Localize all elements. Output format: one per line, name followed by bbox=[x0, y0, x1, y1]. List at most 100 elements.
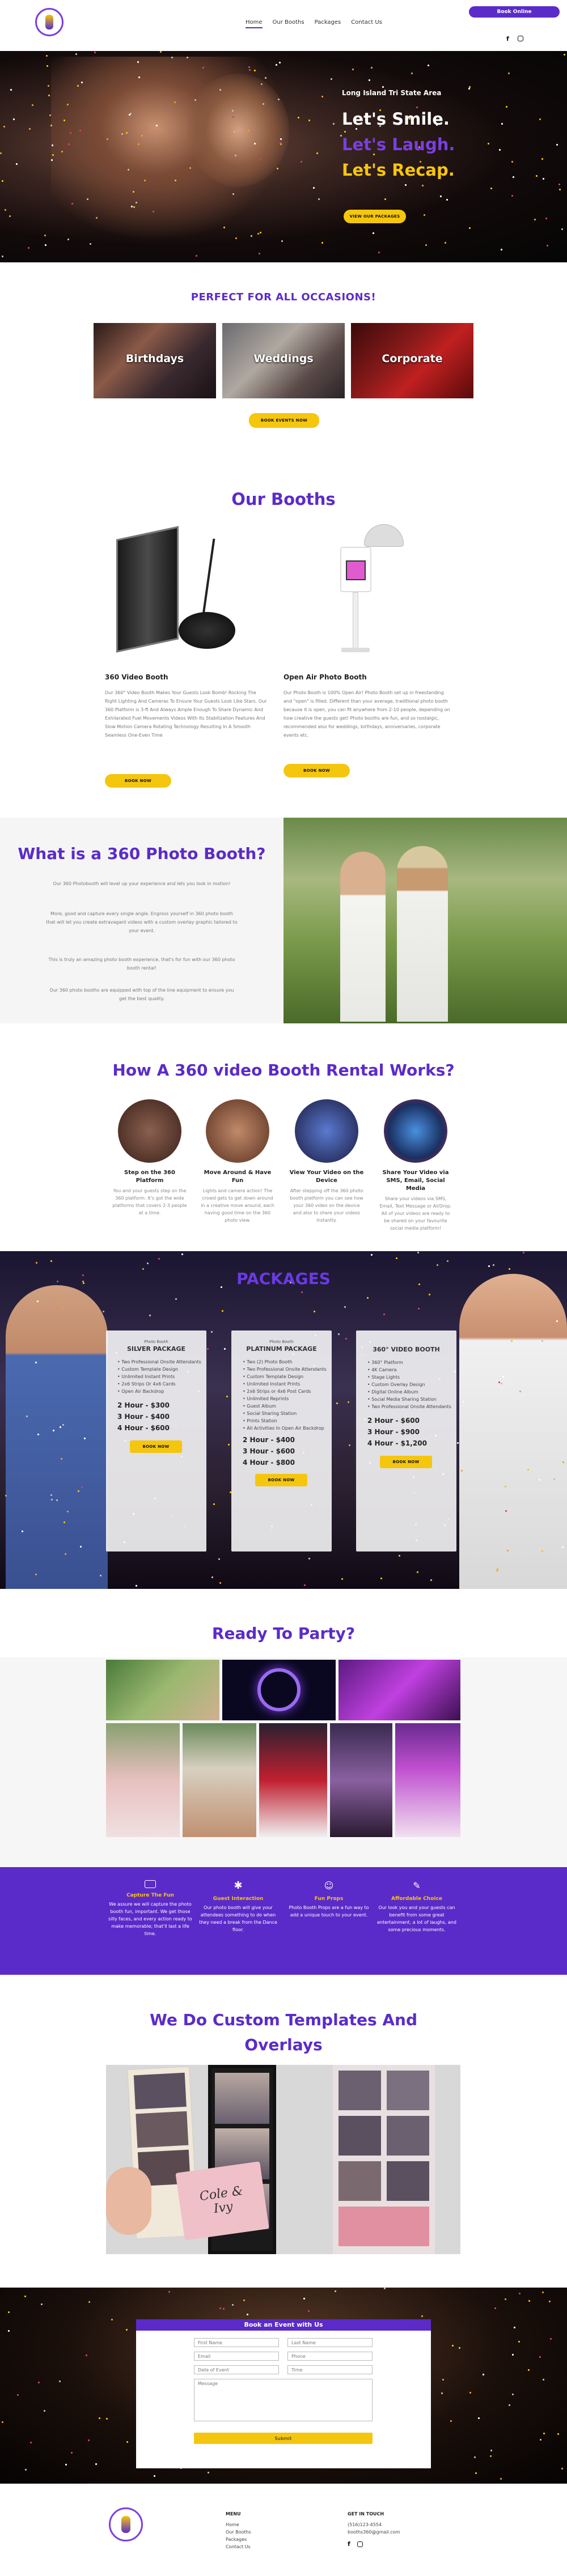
instagram-icon[interactable] bbox=[357, 2541, 363, 2547]
confetti-piece bbox=[232, 2304, 234, 2306]
occasion-card-corporate[interactable]: Corporate bbox=[351, 323, 473, 398]
confetti-piece bbox=[111, 2319, 113, 2320]
confetti-piece bbox=[536, 175, 538, 177]
confetti-piece bbox=[156, 125, 158, 126]
confetti-piece bbox=[8, 2311, 10, 2313]
confetti-piece bbox=[71, 2452, 73, 2454]
confetti-piece bbox=[557, 2433, 559, 2435]
confetti-piece bbox=[61, 1458, 62, 1460]
confetti-piece bbox=[447, 1260, 448, 1262]
confetti-piece bbox=[99, 2417, 100, 2419]
confetti-piece bbox=[352, 69, 354, 70]
footer-email[interactable]: booths360@gmail.com bbox=[348, 2528, 400, 2536]
time-input[interactable]: Time bbox=[287, 2365, 373, 2374]
confetti-piece bbox=[371, 1254, 373, 1256]
confetti-piece bbox=[53, 1430, 54, 1431]
footer-logo[interactable] bbox=[109, 2507, 143, 2541]
confetti-piece bbox=[514, 2327, 515, 2328]
booth-open-air-name: Open Air Photo Booth bbox=[284, 673, 367, 681]
package-feature: Stage Lights bbox=[367, 1374, 456, 1381]
confetti-piece bbox=[75, 53, 77, 55]
package-feature: Custom Template Design bbox=[117, 1366, 206, 1373]
occasion-card-birthdays[interactable]: Birthdays bbox=[94, 323, 216, 398]
book-events-button[interactable]: BOOK EVENTS NOW bbox=[249, 413, 319, 428]
gallery-photo bbox=[106, 1660, 219, 1720]
confetti-piece bbox=[234, 131, 235, 133]
gallery-photo bbox=[222, 1660, 336, 1720]
email-input[interactable]: Email bbox=[194, 2352, 279, 2361]
facebook-icon[interactable]: f bbox=[348, 2540, 350, 2548]
package-feature: Digital Online Album bbox=[367, 1388, 456, 1396]
confetti-piece bbox=[265, 77, 266, 79]
feature-capture: Capture The Fun We assure we will captur… bbox=[108, 1880, 193, 1937]
package-360-book-button[interactable]: BOOK NOW bbox=[380, 1456, 432, 1468]
confetti-piece bbox=[138, 143, 139, 145]
confetti-piece bbox=[207, 1348, 209, 1350]
package-platinum-book-button[interactable]: BOOK NOW bbox=[255, 1474, 307, 1486]
confetti-piece bbox=[133, 206, 135, 208]
instagram-icon[interactable] bbox=[518, 36, 523, 41]
confetti-piece bbox=[507, 1550, 509, 1551]
confetti-piece bbox=[540, 2439, 541, 2441]
feature-affordable: ✎ Affordable Choice Our look you and you… bbox=[374, 1880, 459, 1933]
nav-our-booths[interactable]: Our Booths bbox=[273, 19, 304, 28]
confetti-piece bbox=[226, 1396, 228, 1397]
confetti-piece bbox=[46, 55, 48, 57]
gallery-photo bbox=[259, 1723, 327, 1837]
package-silver-book-button[interactable]: BOOK NOW bbox=[130, 1440, 182, 1453]
package-name: SILVER PACKAGE bbox=[126, 1345, 186, 1353]
templates-image: Cole & Ivy bbox=[106, 2065, 460, 2254]
package-feature: Two Professional Onsite Attendants bbox=[117, 1358, 206, 1366]
confetti-piece bbox=[459, 2347, 460, 2349]
confetti-piece bbox=[263, 103, 264, 105]
booth-open-air-book-button[interactable]: BOOK NOW bbox=[284, 764, 350, 777]
footer-phone[interactable]: (516)123-4554 bbox=[348, 2521, 400, 2528]
confetti-piece bbox=[24, 2296, 26, 2297]
logo[interactable] bbox=[35, 8, 64, 36]
booth-360-book-button[interactable]: BOOK NOW bbox=[105, 774, 171, 788]
form-title: Book an Event with Us bbox=[244, 2321, 323, 2328]
hand bbox=[106, 2167, 151, 2235]
confetti-piece bbox=[211, 1576, 213, 1578]
submit-button[interactable]: Submit bbox=[194, 2433, 373, 2444]
first-name-input[interactable]: First Name bbox=[194, 2338, 279, 2347]
confetti-piece bbox=[249, 69, 251, 71]
confetti-piece bbox=[67, 239, 69, 240]
confetti-piece bbox=[490, 2455, 492, 2457]
ring-light bbox=[257, 1668, 301, 1711]
package-price: 4 Hour - $800 bbox=[243, 1459, 295, 1466]
facebook-icon[interactable]: f bbox=[506, 35, 509, 42]
book-online-button[interactable]: Book Online bbox=[469, 6, 560, 18]
package-features: Two Professional Onsite Attendants Custo… bbox=[106, 1353, 206, 1395]
confetti-piece bbox=[78, 1490, 79, 1492]
booth-360-image bbox=[105, 526, 252, 657]
footer-link-packages[interactable]: Packages bbox=[226, 2536, 251, 2543]
confetti-piece bbox=[16, 163, 18, 165]
event-date-input[interactable]: Date of Event bbox=[194, 2365, 279, 2374]
step-image-2 bbox=[206, 1099, 269, 1163]
nav-packages[interactable]: Packages bbox=[315, 19, 341, 28]
confetti-piece bbox=[136, 202, 137, 203]
occasion-card-label: Corporate bbox=[382, 352, 443, 365]
photo-person-2 bbox=[397, 846, 448, 1022]
footer-link-home[interactable]: Home bbox=[226, 2521, 251, 2528]
confetti-piece bbox=[528, 2369, 530, 2371]
confetti-piece bbox=[429, 1294, 430, 1295]
message-textarea[interactable]: Message bbox=[194, 2379, 373, 2421]
feature-title: Affordable Choice bbox=[391, 1896, 442, 1902]
occasion-card-weddings[interactable]: Weddings bbox=[222, 323, 345, 398]
nav-contact-us[interactable]: Contact Us bbox=[351, 19, 382, 28]
footer-link-our-booths[interactable]: Our Booths bbox=[226, 2528, 251, 2536]
footer-link-contact-us[interactable]: Contact Us bbox=[226, 2543, 251, 2551]
package-feature: 360° Platform bbox=[367, 1359, 456, 1366]
phone-input[interactable]: Phone bbox=[287, 2352, 373, 2361]
confetti-piece bbox=[126, 132, 128, 134]
view-packages-button[interactable]: VIEW OUR PACKAGES bbox=[344, 210, 406, 223]
nav-home[interactable]: Home bbox=[246, 19, 263, 28]
last-name-input[interactable]: Last Name bbox=[287, 2338, 373, 2347]
confetti-piece bbox=[137, 61, 139, 63]
confetti-piece bbox=[511, 1340, 513, 1342]
confetti-piece bbox=[228, 1444, 230, 1446]
confetti-piece bbox=[543, 178, 544, 180]
confetti-piece bbox=[276, 64, 277, 66]
